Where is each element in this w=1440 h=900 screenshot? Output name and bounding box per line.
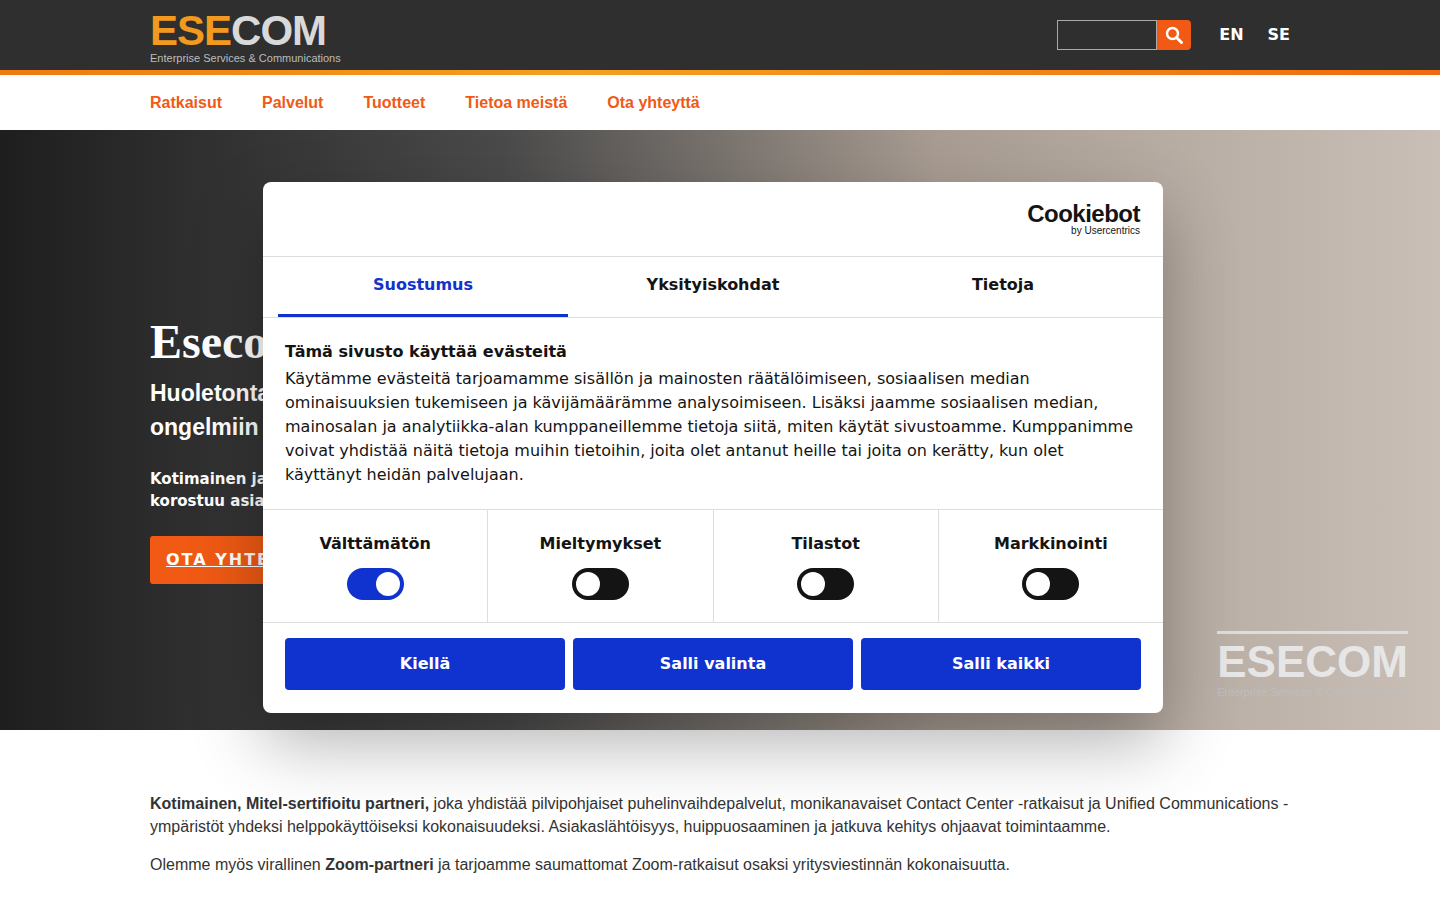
nav-link[interactable]: Tietoa meistä xyxy=(465,91,567,115)
language-link[interactable]: EN xyxy=(1219,23,1243,47)
watermark-title: ESECOM xyxy=(1217,631,1408,686)
category-toggle[interactable] xyxy=(572,568,629,600)
dialog-body: Tämä sivusto käyttää evästeitä Käytämme e… xyxy=(263,318,1163,509)
consent-button[interactable]: Salli kaikki xyxy=(861,638,1141,690)
logo-part: ESE xyxy=(150,7,231,54)
intro-text: ja tarjoamme saumattomat Zoom-ratkaisut … xyxy=(434,856,1010,873)
language-link[interactable]: SE xyxy=(1268,23,1290,47)
dialog-header: Cookiebotby Usercentrics xyxy=(263,182,1163,257)
nav-link[interactable]: Palvelut xyxy=(262,91,323,115)
brand-name: Cookiebot xyxy=(1027,200,1140,227)
nav-inner: Ratkaisut Palvelut Tuotteet Tietoa meistä Ot… xyxy=(138,75,1302,130)
main-nav: Ratkaisut Palvelut Tuotteet Tietoa meistä Ot… xyxy=(0,75,1440,130)
intro-paragraph: Olemme myös virallinen Zoom-partneri ja … xyxy=(150,853,1290,876)
intro-inner: Kotimainen, Mitel-sertifioitu partneri, … xyxy=(138,792,1302,876)
dialog-heading: Tämä sivusto käyttää evästeitä xyxy=(285,342,1141,361)
consent-button[interactable]: Salli valinta xyxy=(573,638,853,690)
cookie-dialog: Cookiebotby Usercentrics SuostumusYksityi… xyxy=(263,182,1163,713)
consent-category: Tilastot xyxy=(713,510,938,622)
logo-tagline: Enterprise Services & Communications xyxy=(150,52,341,64)
nav-link[interactable]: Ota yhteyttä xyxy=(607,91,699,115)
nav-link[interactable]: Tuotteet xyxy=(363,91,425,115)
magnifier-icon xyxy=(1165,26,1183,44)
category-label: Markkinointi xyxy=(994,532,1108,556)
brand-sub: by Usercentrics xyxy=(1027,226,1140,236)
category-toggle[interactable] xyxy=(347,568,404,600)
intro-section: Kotimainen, Mitel-sertifioitu partneri, … xyxy=(0,730,1440,876)
dialog-tabs: SuostumusYksityiskohdatTietoja xyxy=(263,257,1163,318)
dialog-text: Käytämme evästeitä tarjoamamme sisällön … xyxy=(285,367,1141,487)
site-logo[interactable]: ESECOMEnterprise Services & Communicatio… xyxy=(150,6,341,64)
intro-text: Zoom-partneri xyxy=(325,856,433,873)
search-button[interactable] xyxy=(1157,20,1191,50)
toggle-knob xyxy=(376,572,400,596)
consent-category: Markkinointi xyxy=(938,510,1163,622)
watermark-tagline: Enterprise Services & Communications xyxy=(1217,686,1408,698)
consent-category: Välttämätön xyxy=(263,510,487,622)
toggle-knob xyxy=(576,572,600,596)
logo-part: COM xyxy=(231,7,326,54)
intro-text: Kotimainen, Mitel-sertifioitu partneri, xyxy=(150,795,429,812)
consent-category: Mieltymykset xyxy=(487,510,712,622)
toggle-knob xyxy=(1026,572,1050,596)
language-switch: EN SE xyxy=(1215,23,1290,47)
category-label: Välttämätön xyxy=(319,532,430,556)
cookiebot-logo: Cookiebotby Usercentrics xyxy=(1027,202,1140,236)
category-toggle[interactable] xyxy=(797,568,854,600)
intro-paragraph: Kotimainen, Mitel-sertifioitu partneri, … xyxy=(150,792,1290,838)
category-label: Tilastot xyxy=(791,532,860,556)
category-toggle[interactable] xyxy=(1022,568,1079,600)
hero-watermark: ESECOMEnterprise Services & Communicatio… xyxy=(1217,631,1408,698)
dialog-tab[interactable]: Yksityiskohdat xyxy=(568,257,858,317)
nav-link[interactable]: Ratkaisut xyxy=(150,91,222,115)
search-form xyxy=(1057,20,1191,50)
header-inner: ESECOMEnterprise Services & Communicatio… xyxy=(138,0,1302,70)
category-label: Mieltymykset xyxy=(540,532,662,556)
dialog-tab[interactable]: Suostumus xyxy=(278,257,568,317)
search-input[interactable] xyxy=(1057,20,1157,50)
dialog-tab[interactable]: Tietoja xyxy=(858,257,1148,317)
consent-categories: Välttämätön Mieltymykset Tilastot Markkinoi… xyxy=(263,509,1163,623)
intro-text: Olemme myös virallinen xyxy=(150,856,325,873)
dialog-buttons: KielläSalli valintaSalli kaikki xyxy=(263,623,1163,713)
consent-button[interactable]: Kiellä xyxy=(285,638,565,690)
header-tools: EN SE xyxy=(1057,20,1290,50)
logo-wordmark: ESECOM xyxy=(150,10,341,52)
top-bar: ESECOMEnterprise Services & Communicatio… xyxy=(0,0,1440,70)
toggle-knob xyxy=(801,572,825,596)
